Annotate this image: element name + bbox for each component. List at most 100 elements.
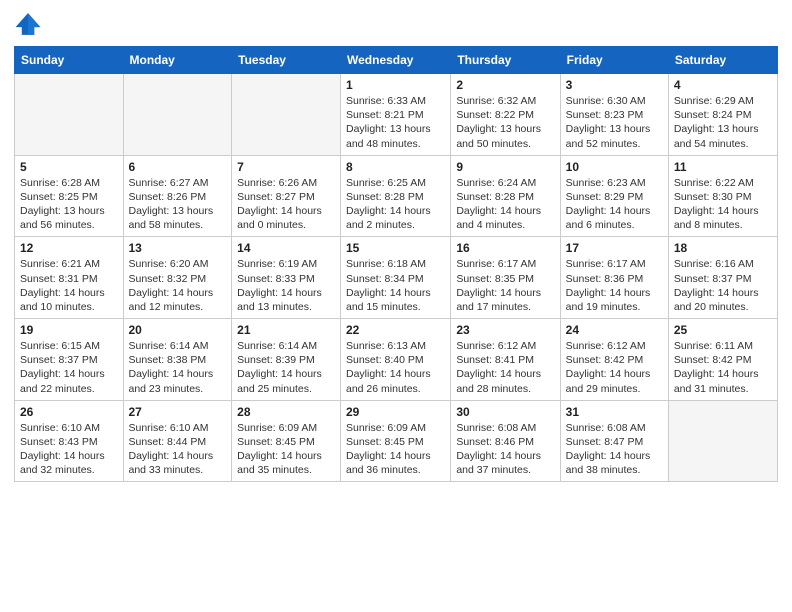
calendar-day-31: 31 Sunrise: 6:08 AMSunset: 8:47 PMDayligh… <box>560 400 668 482</box>
calendar-day-5: 5 Sunrise: 6:28 AMSunset: 8:25 PMDaylight… <box>15 155 124 237</box>
day-info: Sunrise: 6:33 AMSunset: 8:21 PMDaylight:… <box>346 94 445 151</box>
calendar-day-1: 1 Sunrise: 6:33 AMSunset: 8:21 PMDaylight… <box>341 74 451 156</box>
day-number: 7 <box>237 160 335 174</box>
calendar-day-12: 12 Sunrise: 6:21 AMSunset: 8:31 PMDayligh… <box>15 237 124 319</box>
day-info: Sunrise: 6:25 AMSunset: 8:28 PMDaylight:… <box>346 176 445 233</box>
calendar-day-2: 2 Sunrise: 6:32 AMSunset: 8:22 PMDaylight… <box>451 74 560 156</box>
day-number: 6 <box>129 160 227 174</box>
weekday-header-sunday: Sunday <box>15 47 124 74</box>
calendar-day-14: 14 Sunrise: 6:19 AMSunset: 8:33 PMDayligh… <box>232 237 341 319</box>
calendar-day-22: 22 Sunrise: 6:13 AMSunset: 8:40 PMDayligh… <box>341 319 451 401</box>
day-number: 18 <box>674 241 772 255</box>
generalblue-logo-icon <box>14 10 42 38</box>
calendar-day-18: 18 Sunrise: 6:16 AMSunset: 8:37 PMDayligh… <box>668 237 777 319</box>
weekday-header-thursday: Thursday <box>451 47 560 74</box>
calendar-day-15: 15Sunrise: 6:18 AMSunset: 8:34 PMDayligh… <box>341 237 451 319</box>
day-number: 21 <box>237 323 335 337</box>
day-number: 26 <box>20 405 118 419</box>
calendar-day-8: 8 Sunrise: 6:25 AMSunset: 8:28 PMDaylight… <box>341 155 451 237</box>
day-info: Sunrise: 6:12 AMSunset: 8:41 PMDaylight:… <box>456 339 554 396</box>
week-row-2: 5 Sunrise: 6:28 AMSunset: 8:25 PMDaylight… <box>15 155 778 237</box>
day-number: 23 <box>456 323 554 337</box>
weekday-header-row: SundayMondayTuesdayWednesdayThursdayFrid… <box>15 47 778 74</box>
day-info: Sunrise: 6:14 AMSunset: 8:38 PMDaylight:… <box>129 339 227 396</box>
day-info: Sunrise: 6:22 AMSunset: 8:30 PMDaylight:… <box>674 176 772 233</box>
day-number: 8 <box>346 160 445 174</box>
day-number: 27 <box>129 405 227 419</box>
weekday-header-friday: Friday <box>560 47 668 74</box>
day-number: 11 <box>674 160 772 174</box>
calendar-table: SundayMondayTuesdayWednesdayThursdayFrid… <box>14 46 778 482</box>
calendar-day-26: 26 Sunrise: 6:10 AMSunset: 8:43 PMDayligh… <box>15 400 124 482</box>
day-info: Sunrise: 6:09 AMSunset: 8:45 PMDaylight:… <box>346 421 445 478</box>
day-number: 4 <box>674 78 772 92</box>
day-info: Sunrise: 6:27 AMSunset: 8:26 PMDaylight:… <box>129 176 227 233</box>
calendar-day-30: 30Sunrise: 6:08 AMSunset: 8:46 PMDayligh… <box>451 400 560 482</box>
calendar-day-11: 11 Sunrise: 6:22 AMSunset: 8:30 PMDayligh… <box>668 155 777 237</box>
day-info: Sunrise: 6:20 AMSunset: 8:32 PMDaylight:… <box>129 257 227 314</box>
calendar-day-16: 16Sunrise: 6:17 AMSunset: 8:35 PMDayligh… <box>451 237 560 319</box>
day-info: Sunrise: 6:10 AMSunset: 8:43 PMDaylight:… <box>20 421 118 478</box>
day-info: Sunrise: 6:08 AMSunset: 8:47 PMDaylight:… <box>566 421 663 478</box>
day-info: Sunrise: 6:13 AMSunset: 8:40 PMDaylight:… <box>346 339 445 396</box>
day-number: 16 <box>456 241 554 255</box>
day-info: Sunrise: 6:14 AMSunset: 8:39 PMDaylight:… <box>237 339 335 396</box>
day-number: 28 <box>237 405 335 419</box>
day-info: Sunrise: 6:12 AMSunset: 8:42 PMDaylight:… <box>566 339 663 396</box>
calendar-empty-cell <box>15 74 124 156</box>
calendar-day-9: 9 Sunrise: 6:24 AMSunset: 8:28 PMDaylight… <box>451 155 560 237</box>
day-info: Sunrise: 6:28 AMSunset: 8:25 PMDaylight:… <box>20 176 118 233</box>
day-number: 20 <box>129 323 227 337</box>
header <box>14 10 778 38</box>
day-info: Sunrise: 6:29 AMSunset: 8:24 PMDaylight:… <box>674 94 772 151</box>
day-info: Sunrise: 6:23 AMSunset: 8:29 PMDaylight:… <box>566 176 663 233</box>
calendar-day-6: 6 Sunrise: 6:27 AMSunset: 8:26 PMDaylight… <box>123 155 232 237</box>
day-number: 5 <box>20 160 118 174</box>
day-number: 14 <box>237 241 335 255</box>
day-number: 22 <box>346 323 445 337</box>
calendar-empty-cell <box>232 74 341 156</box>
day-info: Sunrise: 6:11 AMSunset: 8:42 PMDaylight:… <box>674 339 772 396</box>
weekday-header-saturday: Saturday <box>668 47 777 74</box>
calendar-day-27: 27 Sunrise: 6:10 AMSunset: 8:44 PMDayligh… <box>123 400 232 482</box>
calendar-day-21: 21 Sunrise: 6:14 AMSunset: 8:39 PMDayligh… <box>232 319 341 401</box>
day-number: 17 <box>566 241 663 255</box>
day-info: Sunrise: 6:10 AMSunset: 8:44 PMDaylight:… <box>129 421 227 478</box>
week-row-3: 12 Sunrise: 6:21 AMSunset: 8:31 PMDayligh… <box>15 237 778 319</box>
weekday-header-wednesday: Wednesday <box>341 47 451 74</box>
day-info: Sunrise: 6:15 AMSunset: 8:37 PMDaylight:… <box>20 339 118 396</box>
day-number: 30 <box>456 405 554 419</box>
calendar-empty-cell <box>668 400 777 482</box>
day-number: 29 <box>346 405 445 419</box>
calendar-day-23: 23 Sunrise: 6:12 AMSunset: 8:41 PMDayligh… <box>451 319 560 401</box>
day-number: 2 <box>456 78 554 92</box>
day-info: Sunrise: 6:32 AMSunset: 8:22 PMDaylight:… <box>456 94 554 151</box>
day-info: Sunrise: 6:24 AMSunset: 8:28 PMDaylight:… <box>456 176 554 233</box>
day-info: Sunrise: 6:16 AMSunset: 8:37 PMDaylight:… <box>674 257 772 314</box>
day-info: Sunrise: 6:09 AMSunset: 8:45 PMDaylight:… <box>237 421 335 478</box>
week-row-1: 1 Sunrise: 6:33 AMSunset: 8:21 PMDaylight… <box>15 74 778 156</box>
day-number: 12 <box>20 241 118 255</box>
day-number: 9 <box>456 160 554 174</box>
calendar-day-29: 29 Sunrise: 6:09 AMSunset: 8:45 PMDayligh… <box>341 400 451 482</box>
calendar-day-25: 25Sunrise: 6:11 AMSunset: 8:42 PMDayligh… <box>668 319 777 401</box>
day-info: Sunrise: 6:17 AMSunset: 8:36 PMDaylight:… <box>566 257 663 314</box>
week-row-4: 19 Sunrise: 6:15 AMSunset: 8:37 PMDayligh… <box>15 319 778 401</box>
day-info: Sunrise: 6:21 AMSunset: 8:31 PMDaylight:… <box>20 257 118 314</box>
calendar-day-28: 28 Sunrise: 6:09 AMSunset: 8:45 PMDayligh… <box>232 400 341 482</box>
day-info: Sunrise: 6:18 AMSunset: 8:34 PMDaylight:… <box>346 257 445 314</box>
week-row-5: 26 Sunrise: 6:10 AMSunset: 8:43 PMDayligh… <box>15 400 778 482</box>
day-info: Sunrise: 6:26 AMSunset: 8:27 PMDaylight:… <box>237 176 335 233</box>
day-info: Sunrise: 6:19 AMSunset: 8:33 PMDaylight:… <box>237 257 335 314</box>
calendar-day-13: 13Sunrise: 6:20 AMSunset: 8:32 PMDayligh… <box>123 237 232 319</box>
calendar-empty-cell <box>123 74 232 156</box>
calendar-day-10: 10Sunrise: 6:23 AMSunset: 8:29 PMDayligh… <box>560 155 668 237</box>
day-number: 3 <box>566 78 663 92</box>
page: SundayMondayTuesdayWednesdayThursdayFrid… <box>0 0 792 612</box>
calendar-day-3: 3Sunrise: 6:30 AMSunset: 8:23 PMDaylight… <box>560 74 668 156</box>
day-number: 1 <box>346 78 445 92</box>
day-number: 19 <box>20 323 118 337</box>
weekday-header-monday: Monday <box>123 47 232 74</box>
day-number: 31 <box>566 405 663 419</box>
calendar-day-17: 17 Sunrise: 6:17 AMSunset: 8:36 PMDayligh… <box>560 237 668 319</box>
